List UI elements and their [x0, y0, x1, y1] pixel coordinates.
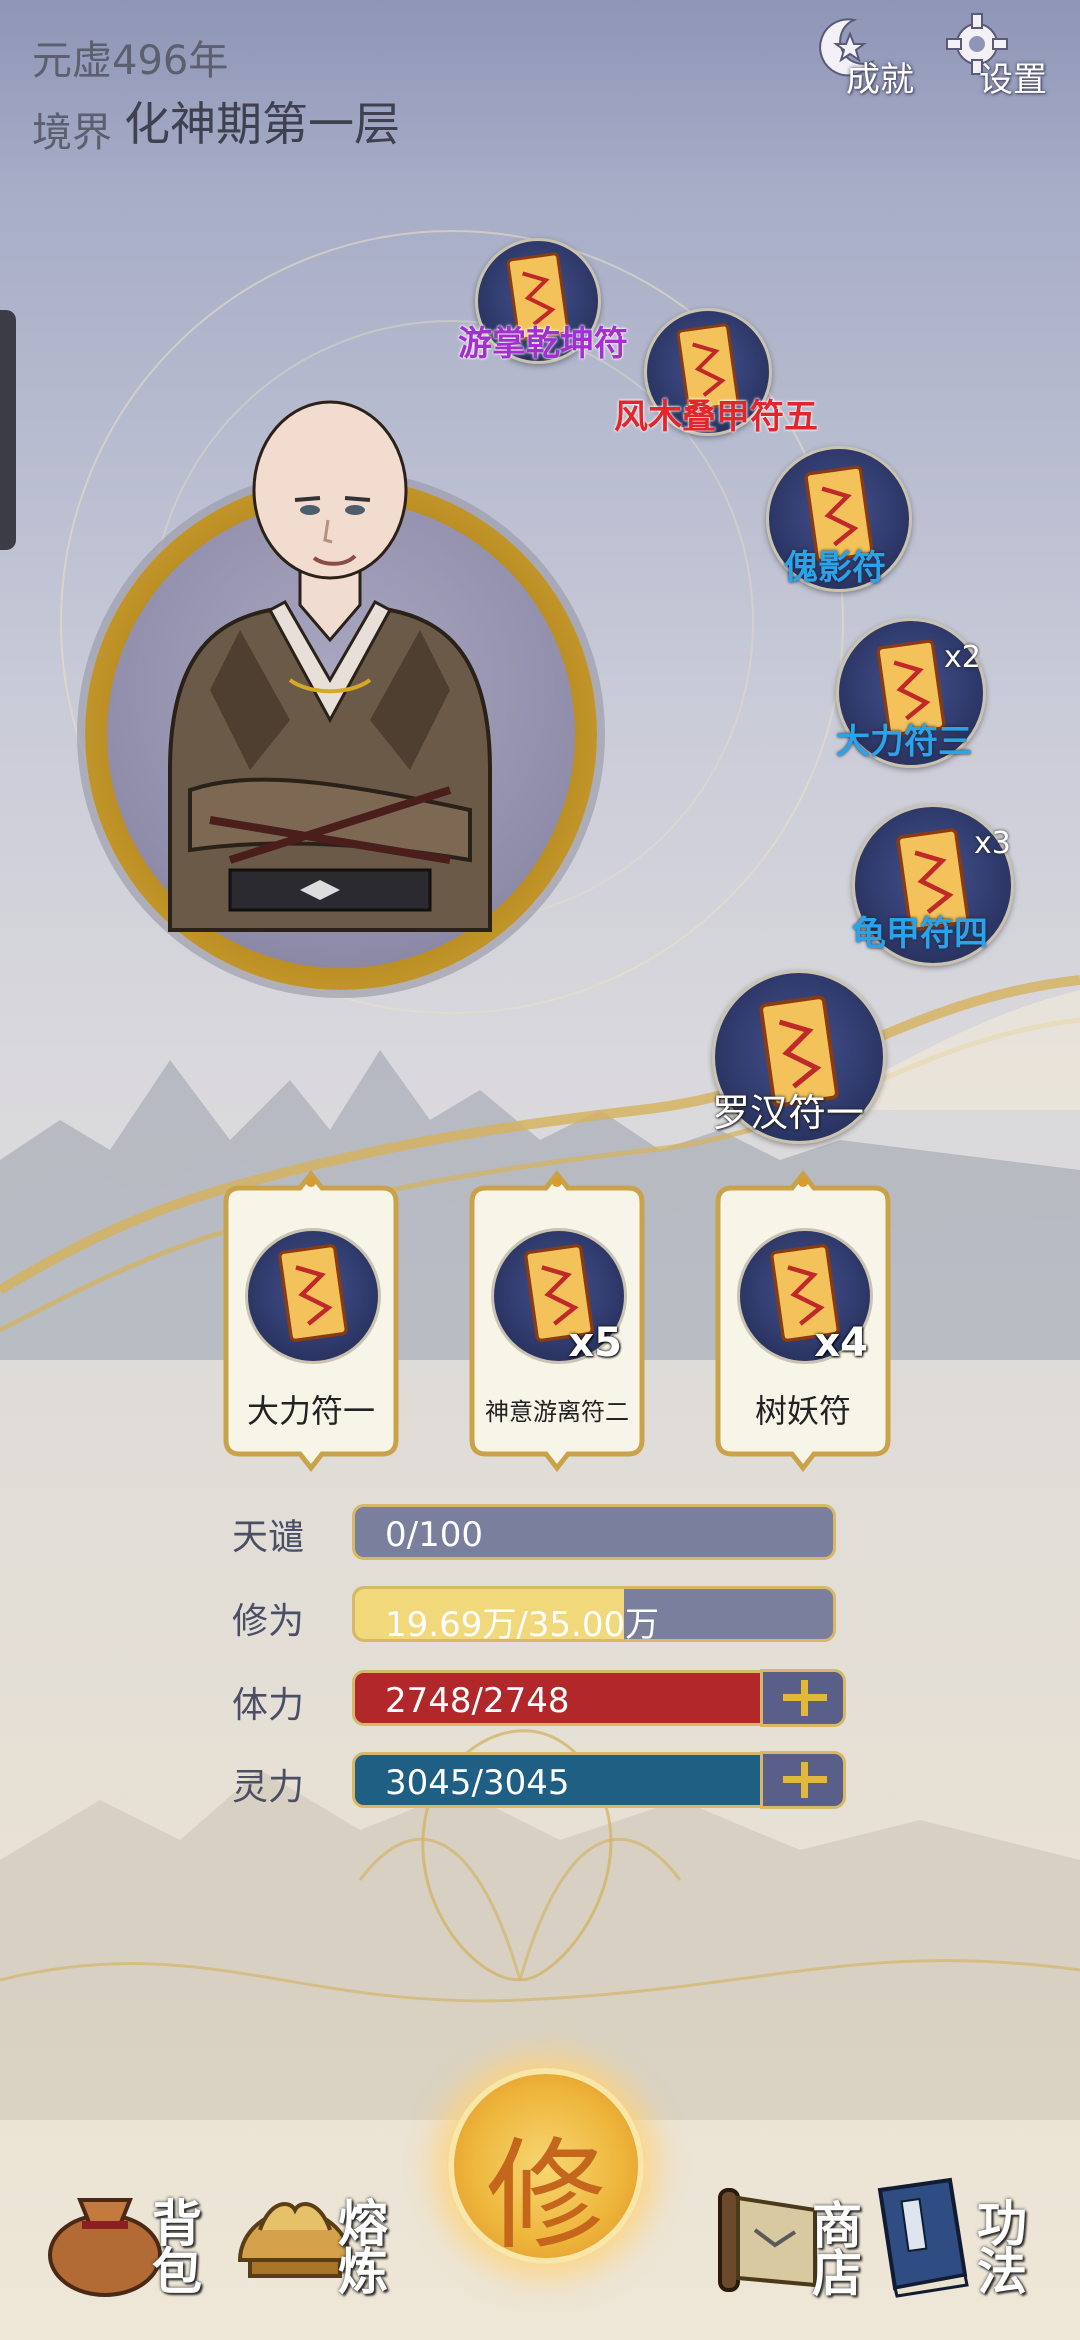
nav-bag-button[interactable]: 背包	[40, 2170, 210, 2310]
tianqian-label: 天谴	[232, 1517, 305, 1558]
money-bag-icon	[48, 2198, 162, 2297]
lingli-bar: 3045/3045	[352, 1752, 772, 1808]
book-icon	[877, 2177, 969, 2298]
lingli-add-button[interactable]	[760, 1751, 846, 1809]
talisman-label: 风木叠甲符五	[614, 397, 818, 437]
map-scroll-icon	[718, 2188, 817, 2292]
tili-bar: 2748/2748	[352, 1670, 772, 1726]
cultivate-label: 修	[486, 2127, 606, 2266]
lingli-label: 灵力	[232, 1767, 305, 1808]
side-drawer-handle[interactable]	[0, 310, 16, 550]
nav-shop-label: 商店	[812, 2197, 862, 2303]
lotus-backdrop	[0, 1729, 1080, 2120]
card-name: 神意游离符二	[485, 1398, 629, 1426]
talisman-label: 罗汉符一	[712, 1091, 865, 1135]
lingli-value: 3045/3045	[385, 1763, 570, 1803]
realm-label: 境界	[32, 110, 112, 156]
card-count: x5	[568, 1320, 622, 1366]
talisman-count: x2	[944, 640, 981, 675]
achievements-label: 成就	[846, 60, 914, 100]
talisman-label: 龟甲符四	[852, 914, 988, 954]
game-year: 元虚496年	[32, 38, 229, 84]
nav-technique-button[interactable]: 功法	[865, 2170, 1045, 2310]
character-portrait	[168, 400, 492, 932]
tili-label: 体力	[232, 1685, 305, 1726]
xiuwei-label: 修为	[232, 1601, 305, 1642]
cultivate-button[interactable]: 修	[448, 2068, 644, 2266]
talisman-label: 游掌乾坤符	[458, 324, 628, 364]
card-name: 树妖符	[754, 1392, 851, 1430]
settings-button[interactable]: 设置	[945, 12, 1065, 102]
talisman-card[interactable]: x5 神意游离符二	[466, 1168, 648, 1474]
tili-value: 2748/2748	[385, 1681, 570, 1721]
talisman-label: 大力符三	[836, 722, 972, 762]
nav-smelt-label: 熔炼	[338, 2195, 388, 2301]
nav-bag-label: 背包	[152, 2195, 202, 2301]
tili-add-button[interactable]	[760, 1669, 846, 1727]
talisman-card[interactable]: x4 树妖符	[712, 1168, 894, 1474]
xiuwei-value: 19.69万/35.00万	[385, 1605, 660, 1642]
talisman-count: x3	[974, 826, 1011, 861]
tianqian-value: 0/100	[385, 1515, 483, 1555]
talisman-label: 傀影符	[784, 548, 886, 588]
realm-value: 化神期第一层	[124, 97, 400, 151]
scroll-icon	[278, 1244, 348, 1342]
nav-smelt-button[interactable]: 熔炼	[230, 2170, 400, 2310]
talisman-card[interactable]: 大力符一	[220, 1168, 402, 1474]
nav-technique-label: 功法	[977, 2195, 1027, 2301]
xiuwei-bar: 19.69万/35.00万	[352, 1586, 836, 1642]
card-count: x4	[814, 1320, 868, 1366]
card-name: 大力符一	[246, 1392, 375, 1430]
achievements-button[interactable]: 成就	[810, 12, 930, 102]
nav-shop-button[interactable]: 商店	[700, 2170, 870, 2310]
card-talisman-icon	[245, 1228, 381, 1364]
tianqian-bar: 0/100	[352, 1504, 836, 1560]
settings-label: 设置	[979, 60, 1047, 100]
